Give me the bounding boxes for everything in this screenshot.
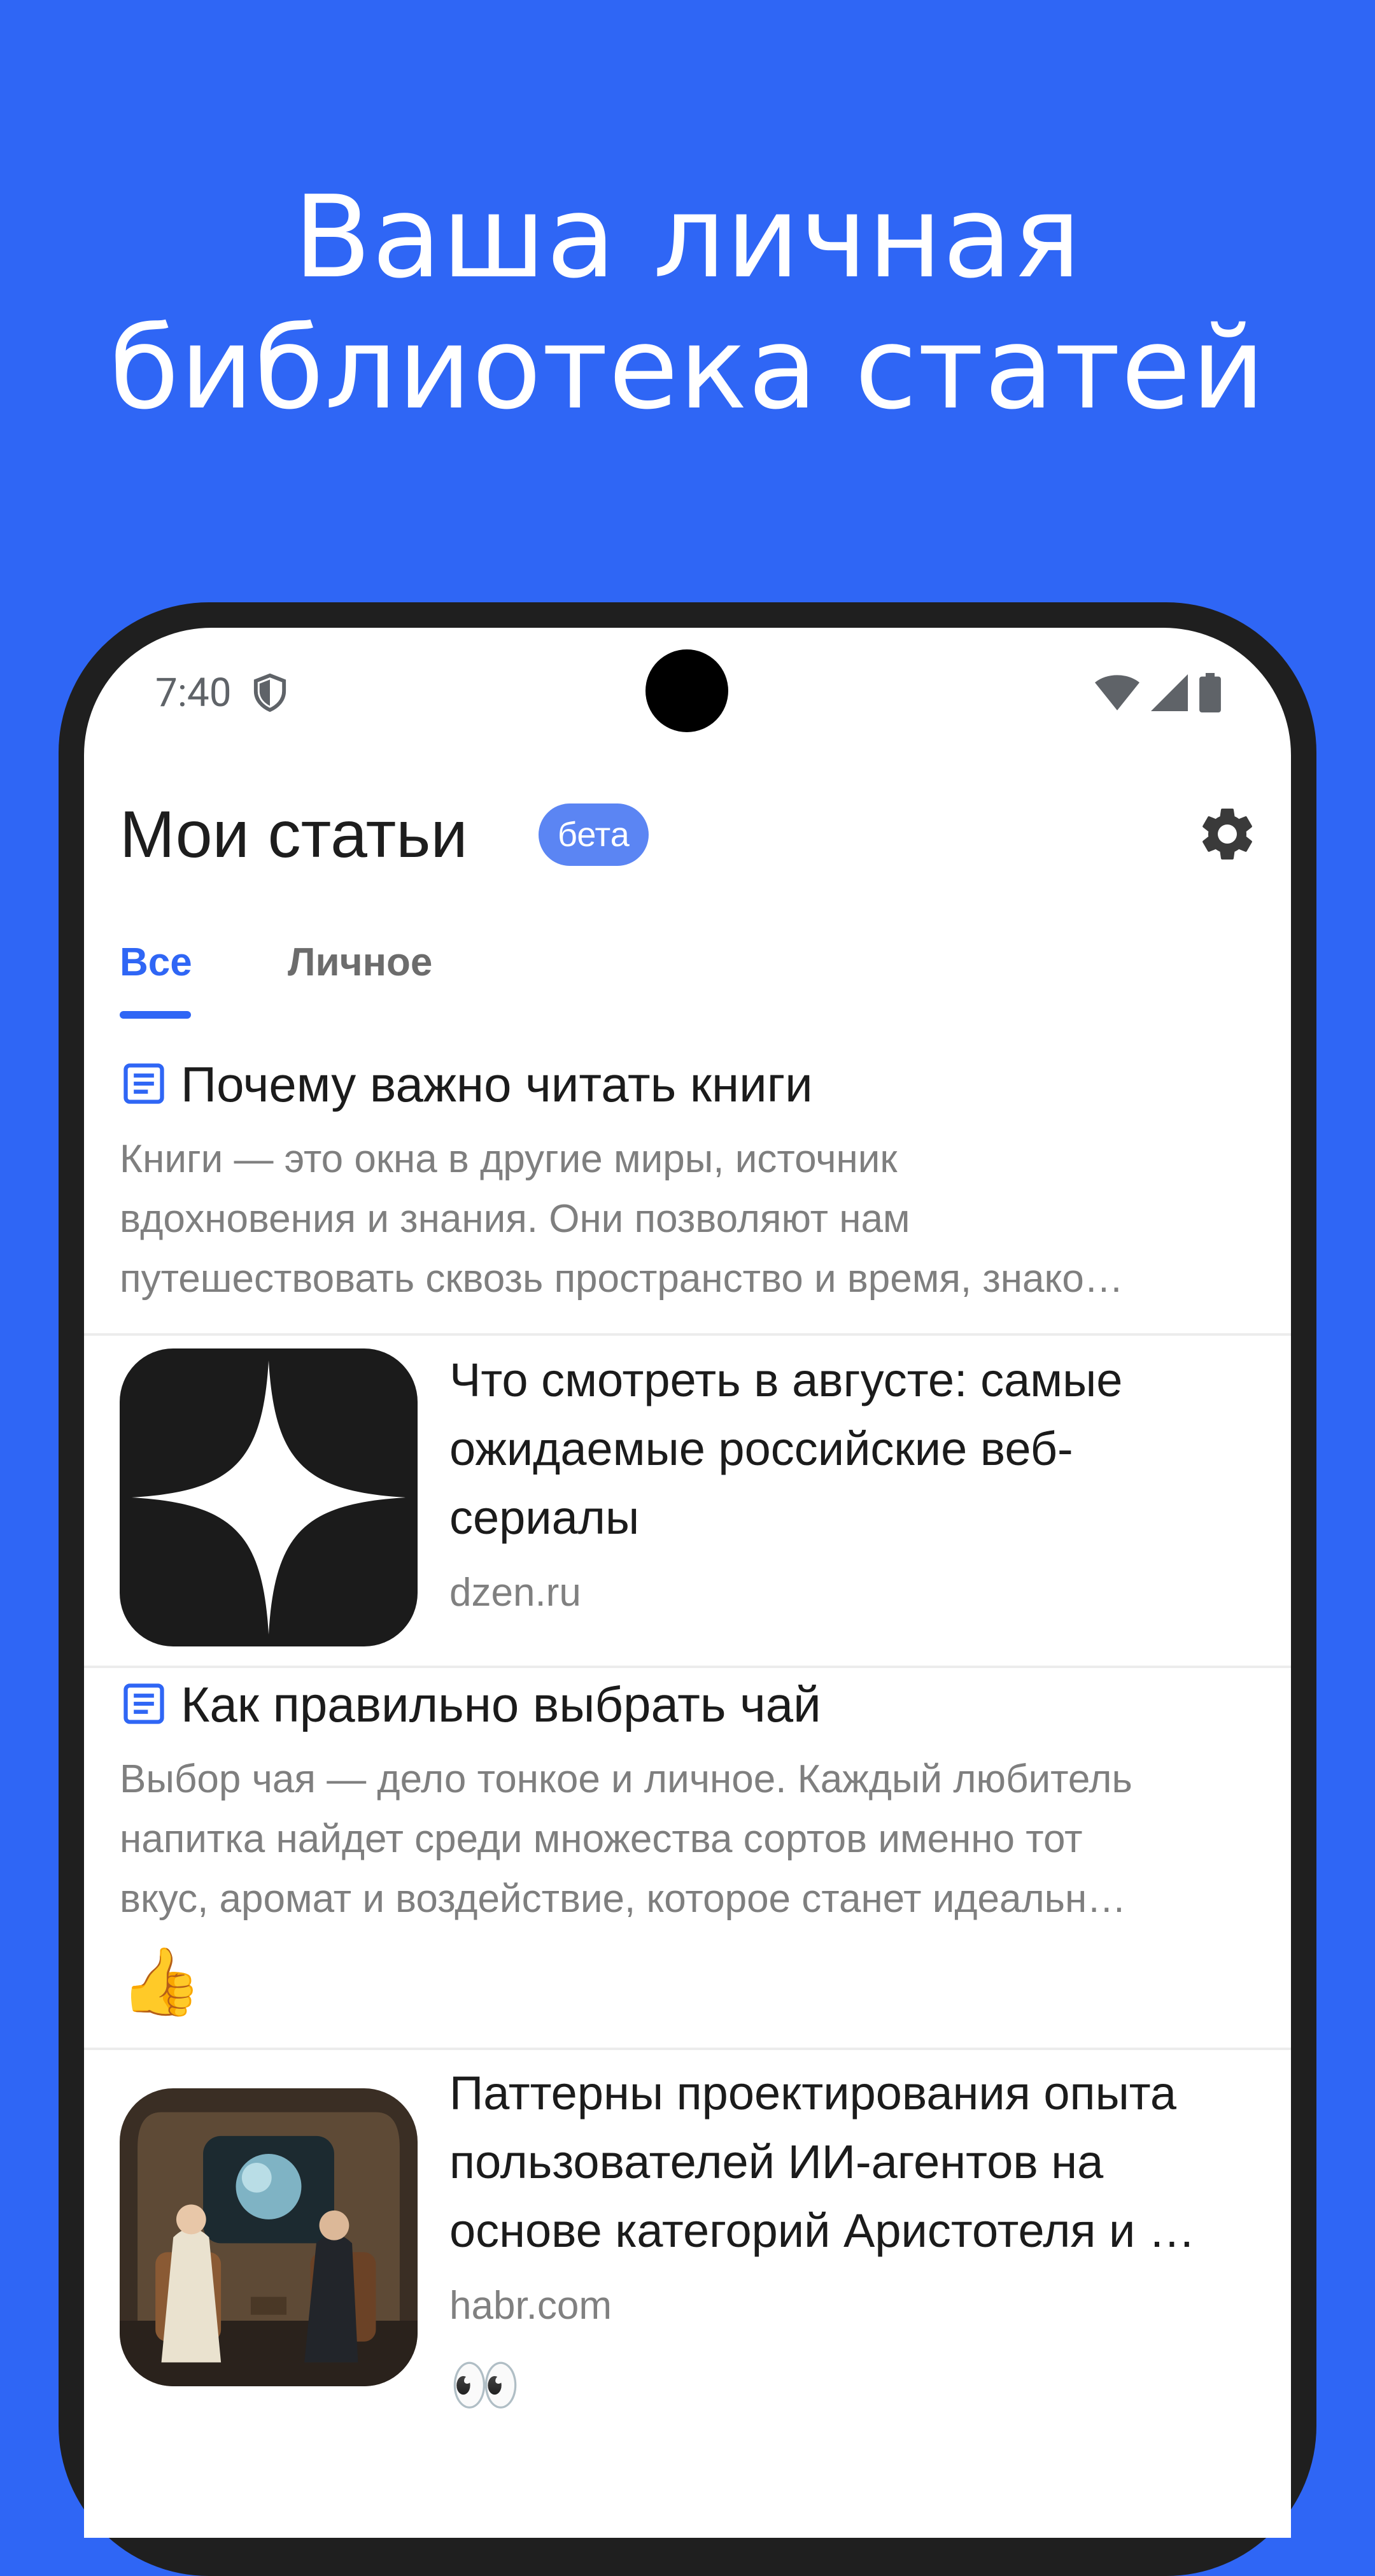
hero-headline: Ваша личная библиотека статей [0, 172, 1375, 434]
status-bar: 7:40 [84, 628, 1291, 755]
reaction-eyes[interactable]: 👀 [449, 2351, 521, 2421]
settings-gear-icon[interactable] [1195, 802, 1259, 866]
beta-badge: бета [539, 803, 649, 866]
illustration-image [120, 2088, 418, 2386]
article-card-link[interactable]: Паттерны проектирования опыта пользовате… [84, 2050, 1291, 2432]
page-title: Мои статьи [120, 798, 468, 872]
hero-line-2: библиотека статей [109, 302, 1266, 434]
status-icons [1095, 672, 1221, 713]
excerpt-line: Книги — это окна в другие миры, источник [120, 1137, 898, 1181]
tab-bar: Все Личное [120, 940, 1259, 1023]
excerpt-line: Выбор чая — дело тонкое и личное. Каждый… [120, 1757, 1132, 1801]
excerpt-line: путешествовать сквозь пространство и вре… [120, 1257, 1124, 1301]
article-card-note[interactable]: Почему важно читать книги Книги — это ок… [84, 1048, 1291, 1322]
article-thumbnail-image [120, 2088, 418, 2386]
tab-personal[interactable]: Личное [288, 940, 432, 985]
article-title: Паттерны проектирования опыта пользовате… [449, 2059, 1264, 2265]
battery-icon [1199, 673, 1221, 712]
tab-all[interactable]: Все [120, 940, 192, 985]
article-title: Почему важно читать книги [120, 1056, 813, 1114]
shield-icon [253, 673, 286, 712]
wifi-icon [1095, 675, 1139, 711]
document-icon [123, 1683, 164, 1724]
phone-screen: 7:40 Мои статьи бета Все Личное Почему в… [84, 628, 1291, 2538]
article-title: Как правильно выбрать чай [120, 1676, 821, 1734]
title-line: Что смотреть в августе: самые [449, 1354, 1123, 1406]
reaction-thumbs-up[interactable]: 👍 [120, 1947, 202, 2017]
excerpt-line: вкус, аромат и воздействие, которое стан… [120, 1877, 1127, 1921]
title-line: ожидаемые российские веб- [449, 1422, 1073, 1475]
active-tab-indicator [120, 1011, 191, 1019]
document-icon [123, 1063, 164, 1104]
article-title-text: Почему важно читать книги [181, 1056, 813, 1112]
title-line: пользователей ИИ-агентов на [449, 2135, 1104, 2188]
article-card-link[interactable]: Что смотреть в августе: самые ожидаемые … [84, 1336, 1291, 1654]
cellular-signal-icon [1151, 674, 1188, 711]
dzen-logo-thumbnail [120, 1348, 418, 1646]
title-line: основе категорий Аристотеля и … [449, 2204, 1195, 2257]
article-excerpt: Книги — это окна в другие миры, источник… [120, 1129, 1253, 1309]
article-excerpt: Выбор чая — дело тонкое и личное. Каждый… [120, 1750, 1253, 1929]
article-title-text: Как правильно выбрать чай [181, 1676, 821, 1732]
hero-line-1: Ваша личная [293, 171, 1082, 303]
excerpt-line: вдохновения и знания. Они позволяют нам [120, 1197, 910, 1241]
excerpt-line: напитка найдет среди множества сортов им… [120, 1817, 1083, 1861]
article-source: habr.com [449, 2284, 612, 2328]
title-line: сериалы [449, 1491, 640, 1544]
status-time: 7:40 [155, 670, 232, 716]
title-line: Паттерны проектирования опыта [449, 2067, 1176, 2120]
app-header: Мои статьи бета [120, 800, 1259, 870]
sparkle-icon [131, 1360, 406, 1635]
article-source: dzen.ru [449, 1571, 581, 1615]
front-camera [645, 649, 728, 732]
article-card-note[interactable]: Как правильно выбрать чай Выбор чая — де… [84, 1668, 1291, 2031]
article-title: Что смотреть в августе: самые ожидаемые … [449, 1346, 1264, 1552]
